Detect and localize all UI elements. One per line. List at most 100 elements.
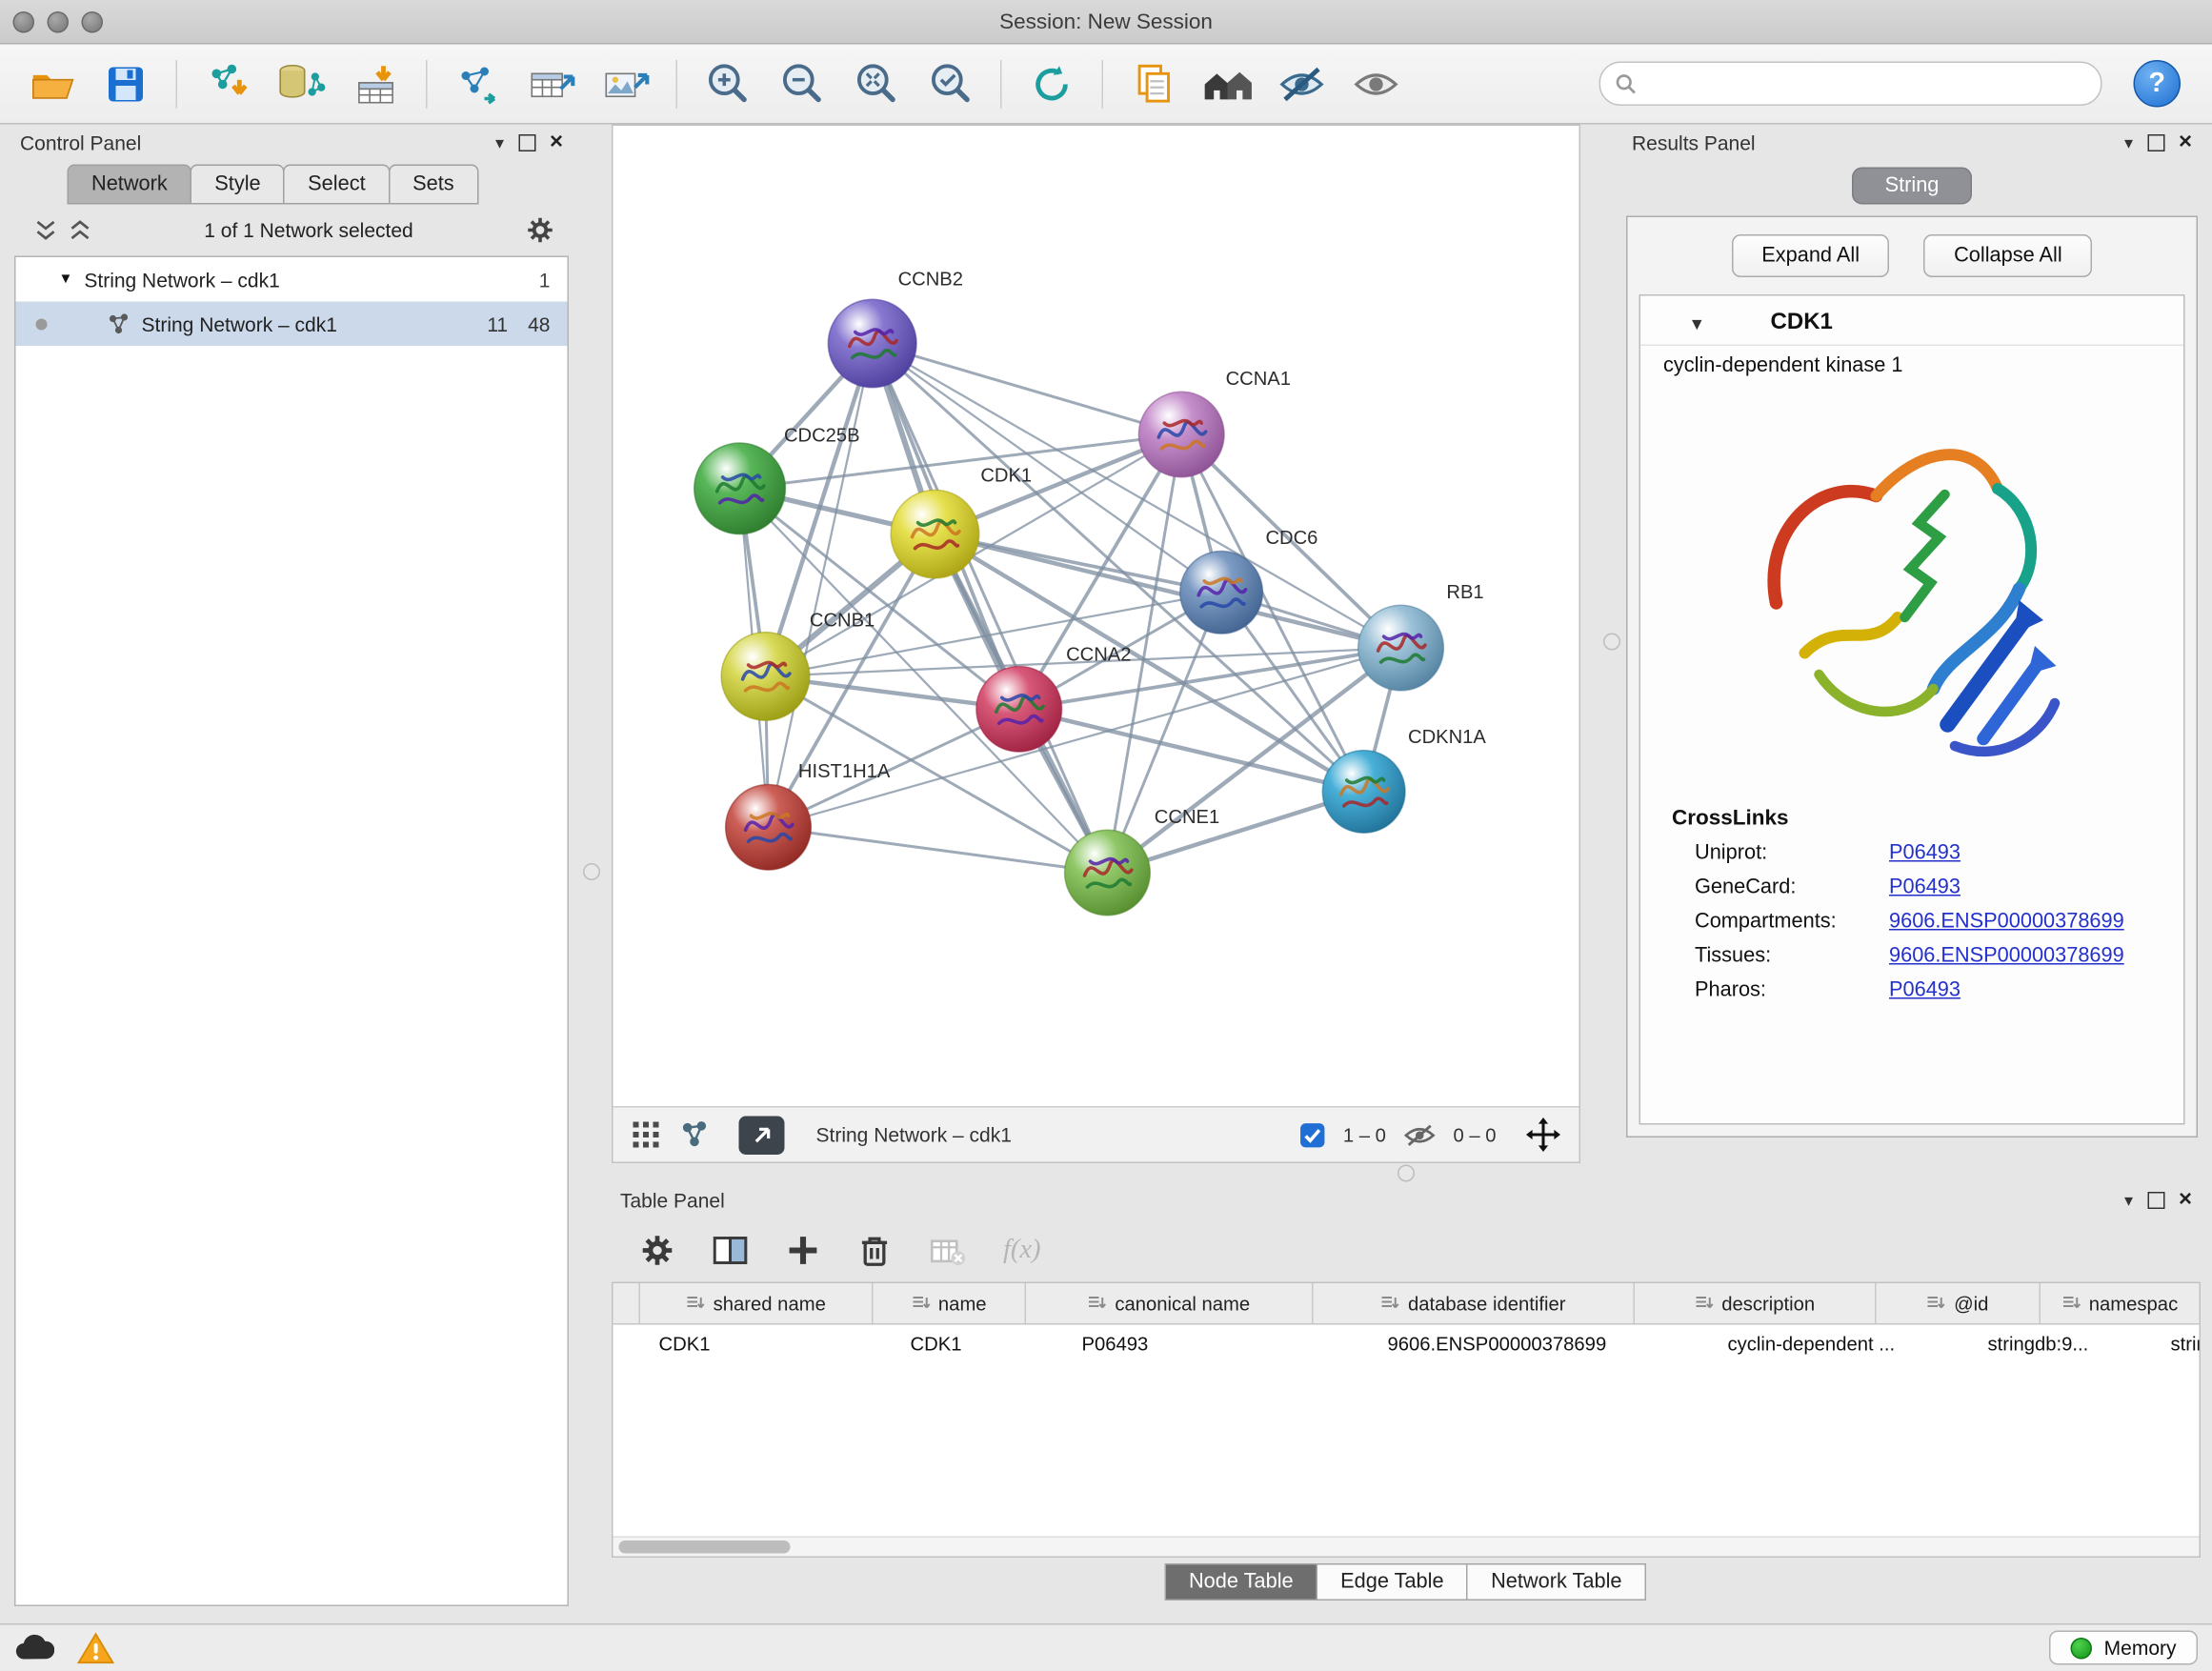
disclosure-triangle-icon[interactable]: ▼ bbox=[59, 272, 73, 288]
network-label: String Network – cdk1 bbox=[142, 312, 337, 335]
network-node-label: CDC25B bbox=[784, 426, 860, 447]
collapse-all-button[interactable]: Collapse All bbox=[1924, 234, 2093, 277]
clone-network-button[interactable] bbox=[443, 52, 512, 115]
column-header[interactable]: namespac bbox=[2041, 1283, 2200, 1323]
crosslink-link[interactable]: 9606.ENSP00000378699 bbox=[1889, 945, 2124, 968]
crosslink-link[interactable]: P06493 bbox=[1889, 979, 1961, 1002]
search-input[interactable] bbox=[1646, 70, 2086, 96]
network-node-label: CDK1 bbox=[980, 465, 1032, 486]
grid-icon[interactable] bbox=[631, 1119, 662, 1151]
expand-all-icon[interactable] bbox=[69, 219, 91, 242]
table-cell[interactable]: CDK1 bbox=[891, 1325, 1062, 1364]
import-network-from-database-button[interactable] bbox=[268, 52, 336, 115]
network-edge-CCNB2-HIST1H1A[interactable] bbox=[769, 344, 873, 828]
fit-crosshair-icon[interactable] bbox=[1525, 1117, 1562, 1154]
selected-checkbox-icon[interactable] bbox=[1298, 1121, 1326, 1149]
column-header[interactable]: @id bbox=[1877, 1283, 2041, 1323]
float-panel-icon[interactable] bbox=[2147, 134, 2164, 151]
hidden-eye-slash-icon[interactable] bbox=[1403, 1121, 1437, 1149]
gear-icon[interactable] bbox=[526, 216, 554, 245]
hide-selected-button[interactable] bbox=[1268, 52, 1337, 115]
tab-node-table[interactable]: Node Table bbox=[1164, 1563, 1317, 1601]
column-header[interactable]: description bbox=[1635, 1283, 1877, 1323]
column-header[interactable]: database identifier bbox=[1314, 1283, 1636, 1323]
apply-layout-button[interactable] bbox=[1017, 52, 1086, 115]
table-settings-gear-icon[interactable] bbox=[640, 1234, 674, 1268]
tab-network[interactable]: Network bbox=[68, 165, 192, 205]
horizontal-scrollbar[interactable] bbox=[613, 1537, 2200, 1557]
network-edge-CCNB2-CCNA1[interactable] bbox=[873, 344, 1182, 435]
expand-all-button[interactable]: Expand All bbox=[1732, 234, 1890, 277]
network-node-label: RB1 bbox=[1446, 582, 1483, 603]
table-cell[interactable]: CDK1 bbox=[639, 1325, 891, 1364]
close-panel-icon[interactable]: × bbox=[2179, 1189, 2192, 1212]
panel-menu-icon[interactable]: ▾ bbox=[2124, 134, 2133, 151]
crosslink-link[interactable]: P06493 bbox=[1889, 876, 1961, 899]
table-cell[interactable]: 9606.ENSP00000378699 bbox=[1368, 1325, 1708, 1364]
network-edge-CDK1-RB1[interactable] bbox=[935, 534, 1401, 648]
import-table-from-file-button[interactable] bbox=[342, 52, 411, 115]
tab-sets[interactable]: Sets bbox=[389, 165, 479, 205]
export-image-button[interactable] bbox=[592, 52, 660, 115]
vertical-splitter-handle[interactable] bbox=[1603, 634, 1620, 651]
vertical-splitter-handle[interactable] bbox=[583, 863, 600, 880]
column-header[interactable]: shared name bbox=[640, 1283, 874, 1323]
delete-table-icon-disabled bbox=[929, 1234, 966, 1268]
add-column-plus-icon[interactable] bbox=[786, 1234, 820, 1268]
open-in-browser-button[interactable] bbox=[739, 1116, 785, 1155]
network-edge-CCNB2-CCNE1[interactable] bbox=[873, 344, 1108, 874]
search-box[interactable] bbox=[1599, 62, 2102, 107]
import-network-from-file-button[interactable] bbox=[193, 52, 262, 115]
zoom-out-button[interactable] bbox=[768, 52, 836, 115]
table-cell[interactable]: stringdb bbox=[2151, 1325, 2200, 1364]
cloud-icon[interactable] bbox=[14, 1632, 54, 1663]
toolbar-separator bbox=[676, 59, 678, 108]
open-session-button[interactable] bbox=[17, 52, 86, 115]
title-bar: Session: New Session bbox=[0, 0, 2212, 45]
close-panel-icon[interactable]: × bbox=[550, 131, 563, 154]
table-row[interactable]: CDK1 CDK1 P06493 9606.ENSP00000378699 cy… bbox=[613, 1325, 2200, 1364]
show-columns-icon[interactable] bbox=[712, 1234, 749, 1268]
network-graph[interactable]: CCNB2CCNA1CDC25BCDK1CDC6RB1CCNB1CCNA2CDK… bbox=[613, 126, 1579, 1106]
show-all-button[interactable] bbox=[1342, 52, 1411, 115]
zoom-in-button[interactable] bbox=[694, 52, 762, 115]
warning-icon[interactable] bbox=[77, 1631, 114, 1664]
tab-edge-table[interactable]: Edge Table bbox=[1317, 1563, 1468, 1601]
results-tab-string[interactable]: String bbox=[1852, 168, 1972, 205]
copy-document-button[interactable] bbox=[1119, 52, 1188, 115]
column-header[interactable]: canonical name bbox=[1026, 1283, 1314, 1323]
crosslink-label: Pharos: bbox=[1695, 979, 1878, 1002]
export-table-button[interactable] bbox=[517, 52, 586, 115]
delete-column-trash-icon[interactable] bbox=[857, 1234, 892, 1268]
birdseye-button[interactable] bbox=[1194, 52, 1262, 115]
crosslink-label: Compartments: bbox=[1695, 911, 1878, 934]
zoom-fit-button[interactable] bbox=[842, 52, 911, 115]
disclosure-triangle-icon[interactable]: ▾ bbox=[1692, 313, 1702, 333]
collapse-all-icon[interactable] bbox=[34, 219, 57, 242]
tree-row-collection[interactable]: ▼ String Network – cdk1 1 bbox=[16, 257, 568, 302]
horizontal-splitter[interactable] bbox=[612, 1163, 2201, 1182]
network-canvas[interactable]: CCNB2CCNA1CDC25BCDK1CDC6RB1CCNB1CCNA2CDK… bbox=[613, 126, 1579, 1106]
table-cell[interactable]: stringdb:9... bbox=[1968, 1325, 2151, 1364]
crosslink-link[interactable]: 9606.ENSP00000378699 bbox=[1889, 911, 2124, 934]
panel-menu-icon[interactable]: ▾ bbox=[2124, 1192, 2133, 1209]
help-button[interactable]: ? bbox=[2134, 60, 2182, 108]
close-panel-icon[interactable]: × bbox=[2179, 131, 2192, 154]
float-panel-icon[interactable] bbox=[2147, 1192, 2164, 1209]
save-session-button[interactable] bbox=[91, 52, 160, 115]
crosslink-link[interactable]: P06493 bbox=[1889, 842, 1961, 865]
tab-style[interactable]: Style bbox=[191, 165, 285, 205]
string-network-icon[interactable] bbox=[679, 1119, 711, 1151]
tab-select[interactable]: Select bbox=[284, 165, 390, 205]
column-header[interactable]: name bbox=[874, 1283, 1027, 1323]
network-edge-HIST1H1A-CCNE1[interactable] bbox=[769, 827, 1108, 873]
scrollbar-thumb[interactable] bbox=[619, 1540, 791, 1554]
float-panel-icon[interactable] bbox=[518, 134, 535, 151]
tree-row-network[interactable]: String Network – cdk1 11 48 bbox=[16, 302, 568, 347]
tab-network-table[interactable]: Network Table bbox=[1467, 1563, 1646, 1601]
memory-button[interactable]: Memory bbox=[2050, 1631, 2198, 1665]
panel-menu-icon[interactable]: ▾ bbox=[495, 134, 504, 151]
zoom-selected-button[interactable] bbox=[916, 52, 985, 115]
table-cell[interactable]: cyclin-dependent ... bbox=[1708, 1325, 1968, 1364]
table-cell[interactable]: P06493 bbox=[1062, 1325, 1368, 1364]
